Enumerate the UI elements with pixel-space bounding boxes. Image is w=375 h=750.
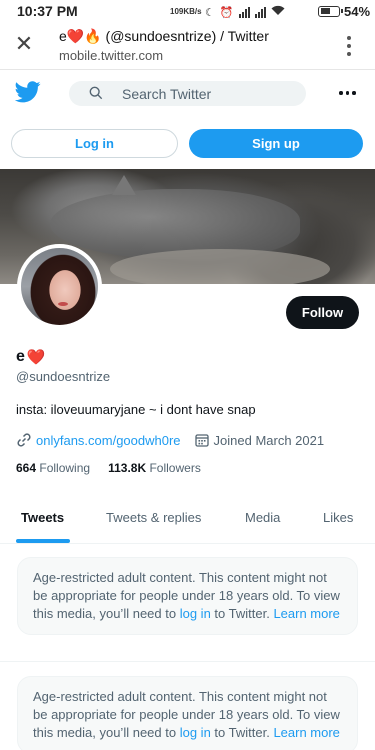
signal-2-icon xyxy=(254,6,266,18)
learn-more-link[interactable]: Learn more xyxy=(273,725,339,740)
search-placeholder: Search Twitter xyxy=(122,86,212,102)
joined-date: Joined March 2021 xyxy=(213,432,325,448)
profile-handle: @sundoesntrize xyxy=(16,369,111,384)
profile-bio: insta: iloveuumaryjane ~ i dont have sna… xyxy=(16,402,256,417)
auth-bar: Log in Sign up xyxy=(0,118,375,170)
followers-link[interactable]: 113.8K Followers xyxy=(108,461,201,475)
age-restricted-notice: Age-restricted adult content. This conte… xyxy=(17,557,358,635)
followers-count: 113.8K xyxy=(108,461,147,475)
status-icons: ☾ ⏰ xyxy=(205,4,285,20)
follow-button[interactable]: Follow xyxy=(286,296,359,329)
learn-more-link[interactable]: Learn more xyxy=(273,606,339,621)
profile-tabs: Tweets Tweets & replies Media Likes xyxy=(0,495,375,544)
battery-percent: 54% xyxy=(344,4,371,19)
heart-emoji: ❤️ xyxy=(26,349,46,366)
search-input[interactable]: Search Twitter xyxy=(69,81,306,106)
search-icon xyxy=(89,86,103,100)
following-count: 664 xyxy=(16,461,37,475)
notice-after-link: to Twitter. xyxy=(210,725,270,740)
battery-icon xyxy=(318,6,343,17)
notice-login-link[interactable]: log in xyxy=(180,606,211,621)
profile-name: e ❤️ xyxy=(16,348,46,366)
wifi-icon xyxy=(271,5,285,19)
following-link[interactable]: 664 Following xyxy=(16,461,90,475)
status-bar: 10:37 PM 109KB/s ☾ ⏰ 54% xyxy=(0,0,375,24)
link-icon xyxy=(17,433,31,447)
tab-media[interactable]: Media xyxy=(245,510,280,525)
browser-title: e❤️🔥 (@sundoesntrize) / Twitter xyxy=(59,28,269,44)
tab-tweets-replies[interactable]: Tweets & replies xyxy=(106,510,201,525)
alarm-icon: ⏰ xyxy=(219,6,234,19)
browser-bar: ✕ e❤️🔥 (@sundoesntrize) / Twitter mobile… xyxy=(0,24,375,70)
signal-icon xyxy=(238,6,250,18)
profile-link[interactable]: onlyfans.com/goodwh0re xyxy=(36,433,181,448)
moon-icon: ☾ xyxy=(205,6,215,19)
tweet-row[interactable]: Age-restricted adult content. This conte… xyxy=(0,544,375,662)
profile-name-text: e xyxy=(16,348,25,365)
tab-likes[interactable]: Likes xyxy=(323,510,353,525)
banner-cat-ear xyxy=(112,175,136,195)
signup-button[interactable]: Sign up xyxy=(189,129,363,158)
status-time: 10:37 PM xyxy=(17,3,78,19)
tweet-row[interactable]: Age-restricted adult content. This conte… xyxy=(0,662,375,750)
notice-login-link[interactable]: log in xyxy=(180,725,211,740)
follow-counts: 664 Following 113.8K Followers xyxy=(16,461,201,475)
banner-cat xyxy=(50,189,300,259)
active-tab-indicator xyxy=(16,539,70,543)
profile-meta: onlyfans.com/goodwh0re Joined March 2021 xyxy=(16,431,324,449)
close-icon[interactable]: ✕ xyxy=(14,33,34,55)
avatar[interactable] xyxy=(17,244,102,329)
twitter-header: Search Twitter xyxy=(0,70,375,118)
age-restricted-notice: Age-restricted adult content. This conte… xyxy=(17,676,358,750)
following-label: Following xyxy=(39,461,91,475)
banner-pillow xyxy=(110,249,330,284)
calendar-icon xyxy=(194,434,209,447)
more-icon[interactable] xyxy=(339,91,356,95)
browser-menu-icon[interactable] xyxy=(345,36,353,56)
followers-label: Followers xyxy=(149,461,201,475)
login-button[interactable]: Log in xyxy=(11,129,178,158)
notice-after-link: to Twitter. xyxy=(210,606,270,621)
avatar-detail xyxy=(58,302,68,306)
twitter-logo-icon[interactable] xyxy=(15,81,41,103)
browser-url[interactable]: mobile.twitter.com xyxy=(59,48,163,63)
tab-tweets[interactable]: Tweets xyxy=(21,510,64,525)
network-speed: 109KB/s xyxy=(170,7,202,16)
